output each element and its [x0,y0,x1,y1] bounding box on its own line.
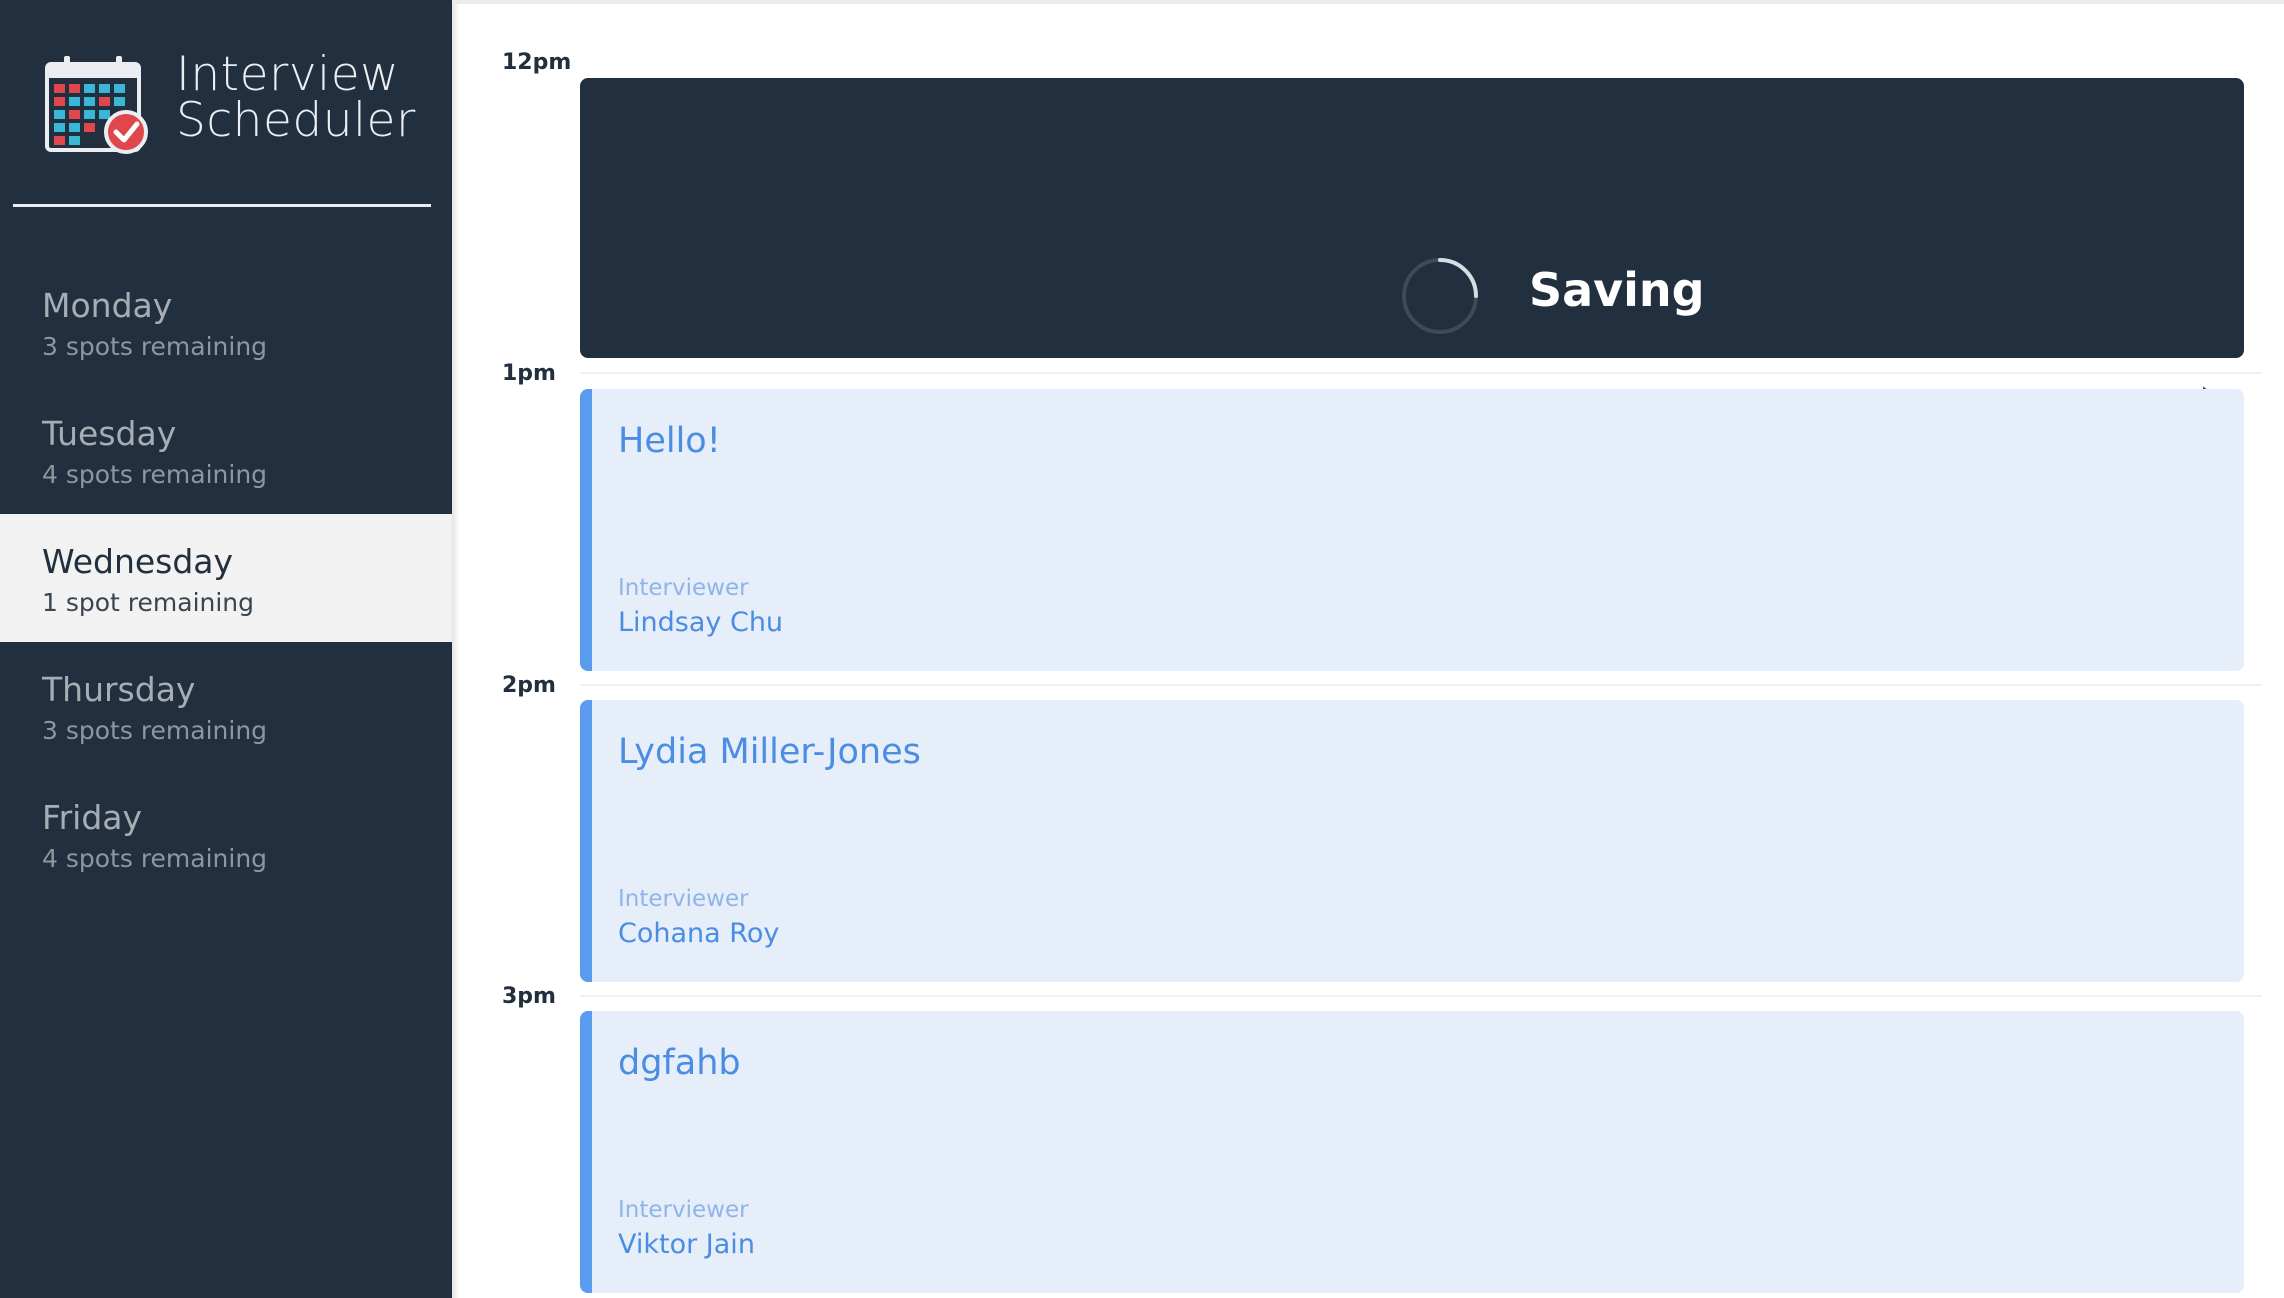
day-spots: 4 spots remaining [42,844,268,873]
hour-divider [580,372,2262,374]
day-name: Tuesday [42,414,177,453]
time-label-2pm: 2pm [502,673,556,698]
top-rule [452,0,2284,4]
hour-divider [580,684,2262,686]
interviewer-label: Interviewer [618,1197,749,1223]
day-name: Friday [42,798,143,837]
hour-divider [580,995,2262,997]
day-spots: 1 spot remaining [42,588,255,617]
interviewer-label: Interviewer [618,575,749,601]
app-title-line1: Interview [176,47,400,102]
appointment-student-name: Lydia Miller-Jones [618,732,921,772]
appointment-accent-bar [580,700,592,982]
day-item-monday[interactable]: Monday 3 spots remaining [0,258,452,386]
day-name: Monday [42,286,173,325]
appointment-card[interactable]: Hello! Interviewer Lindsay Chu [580,389,2244,671]
saving-status-text: Saving [1529,263,1705,317]
interviewer-name: Lindsay Chu [618,607,784,638]
time-label-1pm: 1pm [502,361,556,386]
day-name: Wednesday [42,542,234,581]
app-title: Interview Scheduler [176,47,416,148]
appointment-card[interactable]: dgfahb Interviewer Viktor Jain [580,1011,2244,1293]
day-spots: 3 spots remaining [42,716,268,745]
appointment-card[interactable]: Lydia Miller-Jones Interviewer Cohana Ro… [580,700,2244,982]
interviewer-name: Cohana Roy [618,918,780,949]
day-item-thursday[interactable]: Thursday 3 spots remaining [0,642,452,770]
spinner-icon [1402,258,1478,334]
brand: Interview Scheduler [44,47,444,162]
day-spots: 3 spots remaining [42,332,268,361]
day-item-friday[interactable]: Friday 4 spots remaining [0,770,452,898]
sidebar-divider [13,204,431,207]
time-label-3pm: 3pm [502,984,556,1009]
time-label-12pm: 12pm [502,50,572,75]
interviewer-label: Interviewer [618,886,749,912]
day-item-tuesday[interactable]: Tuesday 4 spots remaining [0,386,452,514]
day-name: Thursday [42,670,196,709]
saving-status-card: Saving [580,78,2244,418]
appointment-student-name: dgfahb [618,1043,741,1083]
appointment-student-name: Hello! [618,421,721,461]
day-list: Monday 3 spots remaining Tuesday 4 spots… [0,258,452,898]
app-title-line2: Scheduler [176,93,416,148]
day-item-wednesday[interactable]: Wednesday 1 spot remaining [0,514,452,642]
appointment-accent-bar [580,389,592,671]
calendar-check-icon [45,56,148,154]
appointment-accent-bar [580,1011,592,1293]
sidebar: Interview Scheduler Monday 3 spots remai… [0,0,460,1298]
interviewer-name: Viktor Jain [618,1229,755,1260]
day-spots: 4 spots remaining [42,460,268,489]
schedule: 12pm 1pm 2pm 3pm Saving Hello! Interview… [452,0,2284,1298]
